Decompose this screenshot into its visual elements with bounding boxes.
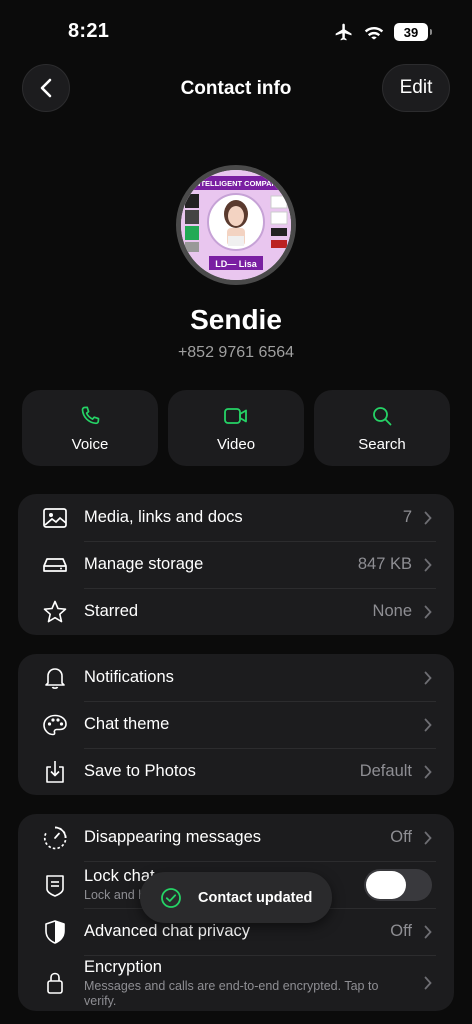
status-time: 8:21 — [68, 20, 110, 42]
voice-call-button[interactable]: Voice — [22, 390, 158, 466]
video-icon — [224, 407, 247, 424]
battery-level: 39 — [403, 24, 419, 40]
chevron-right-icon — [424, 831, 432, 844]
starred-value: None — [372, 602, 412, 620]
disappearing-messages-row[interactable]: Disappearing messages Off — [18, 814, 454, 861]
palette-icon — [42, 712, 68, 738]
starred-label: Starred — [84, 602, 139, 620]
chevron-right-icon — [424, 671, 432, 684]
contact-updated-toast: Contact updated — [140, 872, 332, 923]
status-bar: 8:21 39 — [0, 0, 472, 60]
wifi-icon — [364, 27, 384, 40]
media-section: Media, links and docs 7 Manage storage 8… — [18, 494, 454, 635]
battery-indicator: 39 — [394, 23, 432, 41]
chevron-right-icon — [424, 976, 432, 990]
encryption-description: Messages and calls are end-to-end encryp… — [84, 978, 379, 1008]
video-call-label: Video — [216, 435, 256, 453]
toggle-knob — [366, 870, 406, 899]
chevron-right-icon — [424, 765, 432, 778]
bell-icon — [42, 665, 68, 691]
voice-call-label: Voice — [71, 435, 109, 453]
download-icon — [42, 759, 68, 785]
chat-theme-label: Chat theme — [84, 715, 170, 733]
avatar-banner-text: INTELLIGENT COMPANI — [193, 179, 279, 188]
photo-icon — [42, 505, 68, 531]
avatar-tag-text: LD— Lisa — [215, 259, 258, 269]
search-label: Search — [358, 435, 406, 453]
check-circle-icon — [161, 887, 181, 908]
lock-chat-icon — [42, 872, 68, 898]
media-links-docs-row[interactable]: Media, links and docs 7 — [18, 494, 454, 541]
chevron-right-icon — [424, 718, 432, 731]
preferences-section: Notifications Chat theme Save to Photos … — [18, 654, 454, 795]
phone-icon — [81, 405, 100, 424]
timer-icon — [42, 825, 68, 851]
storage-icon — [42, 552, 68, 578]
toast-message: Contact updated — [198, 889, 313, 906]
search-button[interactable]: Search — [314, 390, 450, 466]
shield-icon — [42, 919, 68, 945]
star-icon — [42, 599, 68, 625]
disappearing-messages-value: Off — [390, 828, 412, 846]
lock-chat-toggle[interactable] — [364, 868, 432, 901]
action-buttons: Voice Video Search — [22, 390, 450, 466]
avatar-image: INTELLIGENT COMPANI LD— Lisa — [181, 170, 291, 280]
chevron-right-icon — [424, 558, 432, 571]
notifications-row[interactable]: Notifications — [18, 654, 454, 701]
chevron-right-icon — [424, 925, 432, 938]
manage-storage-label: Manage storage — [84, 555, 204, 573]
chat-theme-row[interactable]: Chat theme — [18, 701, 454, 748]
encryption-row[interactable]: Encryption Messages and calls are end-to… — [18, 955, 454, 1011]
media-count: 7 — [402, 508, 412, 526]
storage-size: 847 KB — [357, 555, 412, 573]
encryption-label: Encryption — [84, 957, 162, 976]
save-to-photos-label: Save to Photos — [84, 762, 196, 780]
avatar[interactable]: INTELLIGENT COMPANI LD— Lisa — [176, 165, 296, 285]
contact-phone: +852 9761 6564 — [177, 344, 295, 361]
nav-bar: Contact info Edit — [0, 64, 472, 114]
status-icons: 39 — [334, 22, 432, 42]
contact-name: Sendie — [190, 304, 282, 335]
lock-icon — [42, 970, 68, 996]
save-to-photos-row[interactable]: Save to Photos Default — [18, 748, 454, 795]
encryption-text: Encryption Messages and calls are end-to… — [84, 958, 412, 1009]
advanced-chat-privacy-label: Advanced chat privacy — [84, 922, 251, 940]
video-call-button[interactable]: Video — [168, 390, 304, 466]
search-icon — [373, 406, 392, 425]
advanced-chat-privacy-value: Off — [390, 922, 412, 940]
notifications-label: Notifications — [84, 668, 174, 686]
chevron-right-icon — [424, 511, 432, 524]
save-to-photos-value: Default — [359, 762, 412, 780]
edit-button[interactable]: Edit — [382, 64, 450, 112]
disappearing-messages-label: Disappearing messages — [84, 828, 262, 846]
media-links-docs-label: Media, links and docs — [84, 508, 243, 526]
manage-storage-row[interactable]: Manage storage 847 KB — [18, 541, 454, 588]
chevron-right-icon — [424, 605, 432, 618]
starred-row[interactable]: Starred None — [18, 588, 454, 635]
airplane-icon — [335, 23, 352, 41]
